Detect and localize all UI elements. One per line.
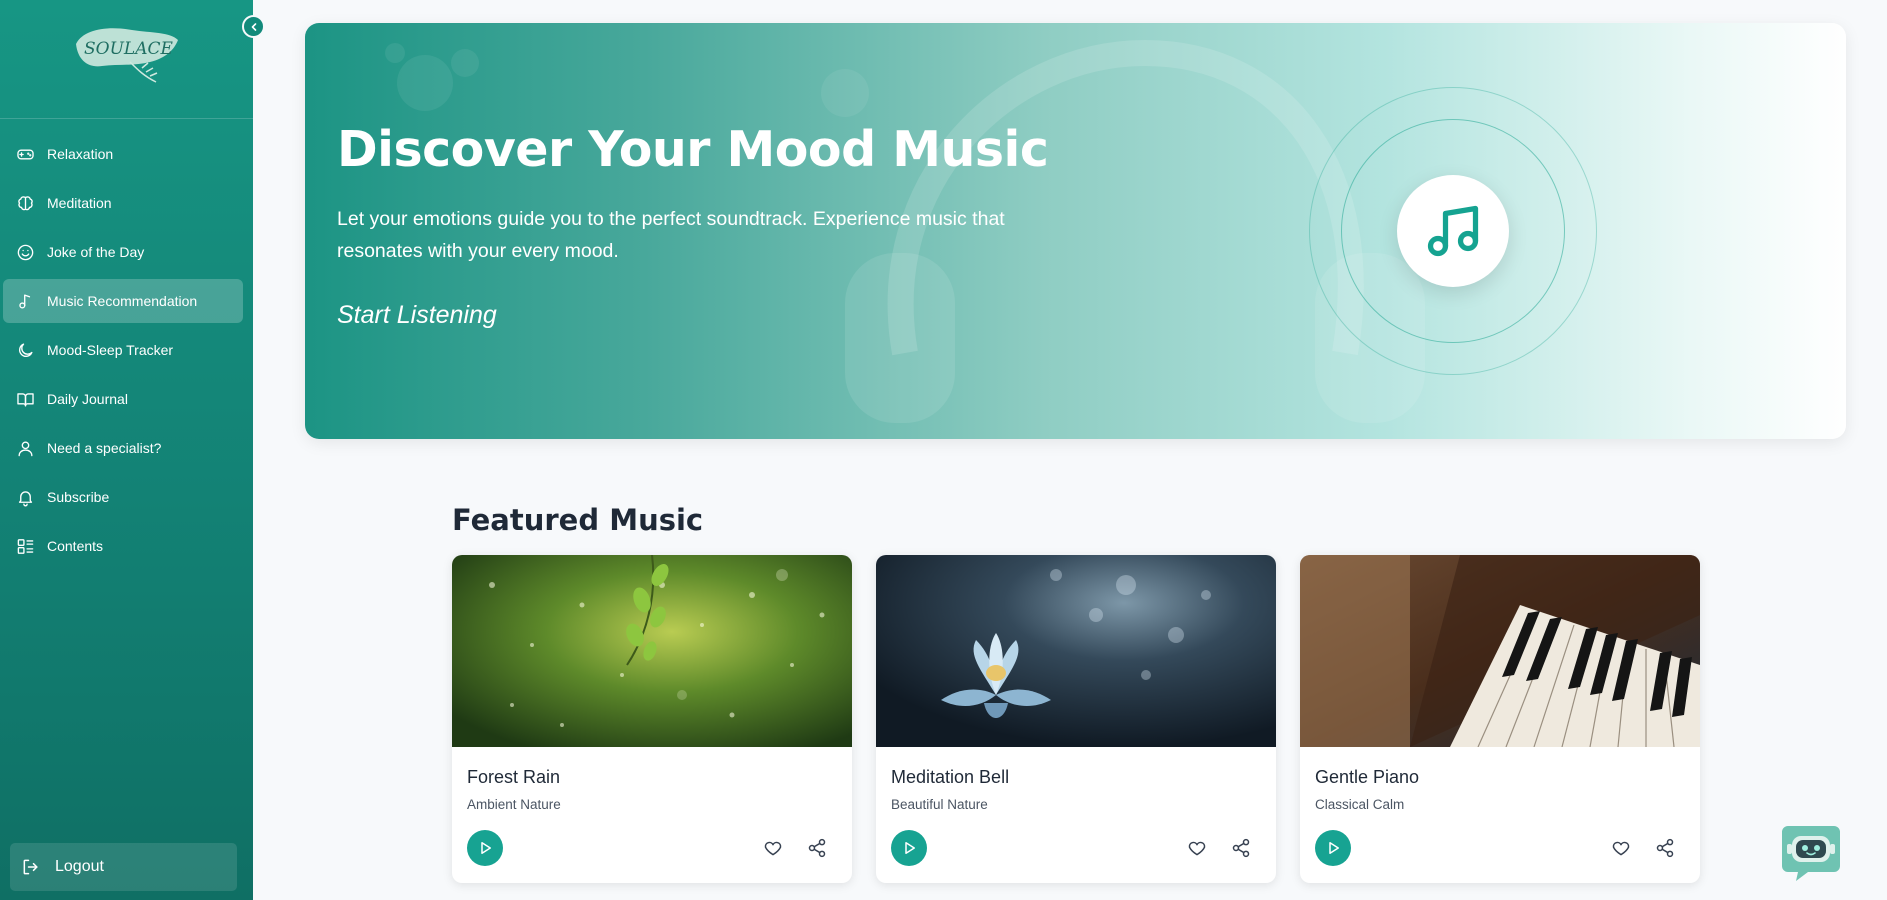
logout-icon — [21, 856, 43, 878]
track-subtitle: Classical Calm — [1315, 797, 1405, 812]
share-icon — [1656, 838, 1674, 858]
brain-icon — [15, 193, 35, 213]
track-subtitle: Ambient Nature — [467, 797, 561, 812]
user-icon — [15, 438, 35, 458]
book-open-icon — [15, 389, 35, 409]
play-button[interactable] — [1315, 830, 1351, 866]
svg-text:SOULACE: SOULACE — [84, 39, 173, 59]
logout-button[interactable]: Logout — [10, 843, 237, 891]
sidebar-item-label: Relaxation — [47, 146, 114, 162]
gamepad-icon — [15, 144, 35, 164]
track-subtitle: Beautiful Nature — [891, 797, 988, 812]
sidebar-item-joke-of-the-day[interactable]: Joke of the Day — [3, 230, 243, 274]
sidebar-item-relaxation[interactable]: Relaxation — [3, 132, 243, 176]
sidebar-item-label: Subscribe — [47, 489, 110, 505]
sidebar-item-label: Joke of the Day — [47, 244, 145, 260]
bell-icon — [15, 487, 35, 507]
sidebar-item-label: Daily Journal — [47, 391, 128, 407]
heart-icon — [1612, 841, 1630, 856]
hero-banner: Discover Your Mood Music Let your emotio… — [305, 23, 1846, 439]
heart-icon — [764, 841, 782, 856]
sidebar-item-label: Music Recommendation — [47, 293, 198, 309]
favorite-button[interactable] — [1610, 837, 1632, 859]
sidebar: SOULACE Relaxation Meditation Joke of th… — [0, 0, 265, 900]
gentle-piano-image — [1300, 555, 1700, 747]
play-button[interactable] — [467, 830, 503, 866]
logo-area: SOULACE — [0, 0, 253, 119]
track-title: Gentle Piano — [1315, 767, 1420, 787]
sidebar-item-label: Meditation — [47, 195, 112, 211]
forest-rain-image — [452, 555, 852, 747]
heart-icon — [1188, 841, 1206, 856]
sidebar-item-daily-journal[interactable]: Daily Journal — [3, 377, 243, 421]
play-icon — [905, 842, 915, 854]
chatbot-button[interactable] — [1782, 822, 1840, 882]
share-button[interactable] — [1230, 837, 1252, 859]
play-icon — [481, 842, 491, 854]
sidebar-item-contents[interactable]: Contents — [3, 524, 243, 568]
sidebar-item-need-a-specialist[interactable]: Need a specialist? — [3, 426, 243, 470]
hero-subtitle: Let your emotions guide you to the perfe… — [337, 208, 1005, 262]
music-card[interactable]: Forest Rain Ambient Nature — [452, 555, 852, 883]
share-button[interactable] — [806, 837, 828, 859]
list-grid-icon — [15, 536, 35, 556]
sidebar-item-label: Mood-Sleep Tracker — [47, 342, 174, 358]
music-icon-badge — [1397, 175, 1509, 287]
music-card[interactable]: Gentle Piano Classical Calm — [1300, 555, 1700, 883]
collapse-sidebar-button[interactable] — [242, 15, 265, 38]
play-button[interactable] — [891, 830, 927, 866]
sidebar-item-music-recommendation[interactable]: Music Recommendation — [3, 279, 243, 323]
meditation-bell-image — [876, 555, 1276, 747]
music-card[interactable]: Meditation Bell Beautiful Nature — [876, 555, 1276, 883]
music-notes-icon — [1427, 205, 1479, 257]
smile-icon — [15, 242, 35, 262]
favorite-button[interactable] — [762, 837, 784, 859]
sidebar-item-label: Contents — [47, 538, 104, 554]
sidebar-item-mood-sleep-tracker[interactable]: Mood-Sleep Tracker — [3, 328, 243, 372]
start-listening-link[interactable]: Start Listening — [337, 301, 497, 330]
share-button[interactable] — [1654, 837, 1676, 859]
favorite-button[interactable] — [1186, 837, 1208, 859]
soulace-logo[interactable]: SOULACE — [70, 22, 182, 86]
moon-icon — [15, 340, 35, 360]
track-title: Meditation Bell — [891, 767, 1010, 787]
featured-music-heading: Featured Music — [452, 503, 704, 537]
chevron-left-icon — [251, 22, 256, 31]
logout-label: Logout — [55, 858, 104, 875]
track-title: Forest Rain — [467, 767, 561, 787]
sidebar-item-meditation[interactable]: Meditation — [3, 181, 243, 225]
hero-title: Discover Your Mood Music — [337, 121, 1049, 178]
sidebar-item-subscribe[interactable]: Subscribe — [3, 475, 243, 519]
share-icon — [1232, 838, 1250, 858]
music-note-icon — [15, 291, 35, 311]
play-icon — [1329, 842, 1339, 854]
share-icon — [808, 838, 826, 858]
sidebar-item-label: Need a specialist? — [47, 440, 162, 456]
